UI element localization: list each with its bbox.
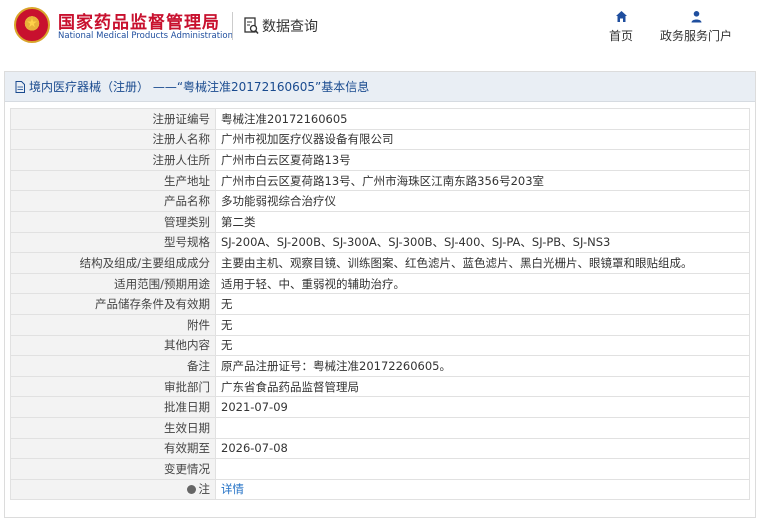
- field-label: 有效期至: [10, 437, 216, 460]
- field-value: 无: [215, 293, 750, 315]
- table-row: 变更情况: [10, 458, 750, 480]
- details-link[interactable]: 详情: [221, 482, 244, 496]
- field-label: 结构及组成/主要组成成分: [10, 252, 216, 274]
- document-search-icon: [244, 17, 259, 34]
- field-value: SJ-200A、SJ-200B、SJ-300A、SJ-300B、SJ-400、S…: [215, 231, 750, 254]
- table-row: 注册人名称 广州市视加医疗仪器设备有限公司: [10, 128, 750, 151]
- field-value: 广东省食品药品监督管理局: [215, 375, 750, 398]
- field-label: 注册人住所: [10, 149, 216, 171]
- field-value: 主要由主机、观察目镜、训练图案、红色滤片、蓝色滤片、黑白光栅片、眼镜罩和眼贴组成…: [215, 252, 750, 274]
- document-icon: [15, 80, 25, 93]
- data-query-title: 数据查询: [262, 19, 318, 35]
- field-label: 注册证编号: [10, 108, 216, 130]
- basic-info-table: 注册证编号 粤械注准20172160605 注册人名称 广州市视加医疗仪器设备有限公司…: [10, 108, 750, 501]
- field-value: 无: [215, 313, 750, 336]
- field-value: 多功能弱视综合治疗仪: [215, 190, 750, 212]
- field-label: 型号规格: [10, 231, 216, 254]
- field-label: 产品储存条件及有效期: [10, 293, 216, 315]
- table-row: 有效期至 2026-07-08: [10, 437, 750, 460]
- note-value-cell: 详情: [215, 478, 750, 501]
- org-name-cn: 国家药品监督管理局: [58, 13, 220, 33]
- field-value: 广州市视加医疗仪器设备有限公司: [215, 128, 750, 151]
- table-row: 其他内容无: [10, 334, 750, 357]
- detail-panel: 境内医疗器械（注册） ——“粤械注准20172160605”基本信息 注册证编号…: [4, 71, 756, 518]
- field-value: 广州市白云区夏荷路13号、广州市海珠区江南东路356号203室: [215, 169, 750, 192]
- field-label: 生产地址: [10, 169, 216, 192]
- field-value: 2021-07-09: [215, 396, 750, 418]
- field-value: 无: [215, 334, 750, 357]
- field-label: 变更情况: [10, 458, 216, 480]
- field-label: 批准日期: [10, 396, 216, 418]
- field-value: 2026-07-08: [215, 437, 750, 460]
- home-icon: [615, 11, 627, 22]
- field-label: 管理类别: [10, 210, 216, 233]
- info-pin-icon: [186, 485, 196, 495]
- field-value: 广州市白云区夏荷路13号: [215, 149, 750, 171]
- table-row: 备注 原产品注册证号：粤械注准20172260605。: [10, 355, 750, 377]
- table-row: 结构及组成/主要组成成分 主要由主机、观察目镜、训练图案、红色滤片、蓝色滤片、黑白…: [10, 252, 750, 274]
- nav-portal-label: 政务服务门户: [659, 29, 732, 43]
- field-label: 产品名称: [10, 190, 216, 212]
- emblem-logo: [14, 7, 50, 43]
- field-label: 备注: [10, 355, 216, 377]
- table-row: 注册人住所 广州市白云区夏荷路13号: [10, 149, 750, 171]
- field-label: 适用范围/预期用途: [10, 272, 216, 295]
- table-row: 管理类别 第二类: [10, 210, 750, 233]
- field-value: 适用于轻、中、重弱视的辅助治疗。: [215, 272, 750, 295]
- table-row: 适用范围/预期用途 适用于轻、中、重弱视的辅助治疗。: [10, 272, 750, 295]
- field-value: [215, 458, 750, 480]
- field-value: 原产品注册证号：粤械注准20172260605。: [215, 355, 750, 377]
- field-label: 生效日期: [10, 416, 216, 439]
- panel-title: 境内医疗器械（注册） ——“粤械注准20172160605”基本信息: [29, 80, 370, 94]
- field-value: 第二类: [215, 210, 750, 233]
- table-row: 生产地址 广州市白云区夏荷路13号、广州市海珠区江南东路356号203室: [10, 169, 750, 192]
- note-label: 注: [198, 482, 211, 497]
- table-row: 审批部门 广东省食品药品监督管理局: [10, 375, 750, 398]
- nav-home[interactable]: 首页: [606, 10, 636, 44]
- field-label: 其他内容: [10, 334, 216, 357]
- header-divider: [232, 12, 233, 40]
- nav-service-portal[interactable]: 政务服务门户: [658, 10, 734, 44]
- table-row: 型号规格 SJ-200A、SJ-200B、SJ-300A、SJ-300B、SJ-4…: [10, 231, 750, 254]
- org-name-en: National Medical Products Administration: [58, 31, 233, 41]
- panel-header: 境内医疗器械（注册） ——“粤械注准20172160605”基本信息: [5, 72, 755, 102]
- nav-home-label: 首页: [608, 29, 633, 43]
- table-row: 批准日期 2021-07-09: [10, 396, 750, 418]
- table-row: 附件无: [10, 313, 750, 336]
- note-row: 注详情: [10, 478, 750, 501]
- table-row: 注册证编号 粤械注准20172160605: [10, 108, 750, 130]
- note-label-cell: 注: [10, 478, 216, 501]
- table-row: 产品储存条件及有效期无: [10, 293, 750, 315]
- table-row: 产品名称 多功能弱视综合治疗仪: [10, 190, 750, 212]
- field-label: 附件: [10, 313, 216, 336]
- user-icon: [691, 11, 701, 23]
- field-label: 审批部门: [10, 375, 216, 398]
- site-header: 国家药品监督管理局 National Medical Products Admi…: [0, 0, 760, 70]
- table-row: 生效日期: [10, 416, 750, 439]
- field-value: [215, 416, 750, 439]
- field-value: 粤械注准20172160605: [215, 108, 750, 130]
- field-label: 注册人名称: [10, 128, 216, 151]
